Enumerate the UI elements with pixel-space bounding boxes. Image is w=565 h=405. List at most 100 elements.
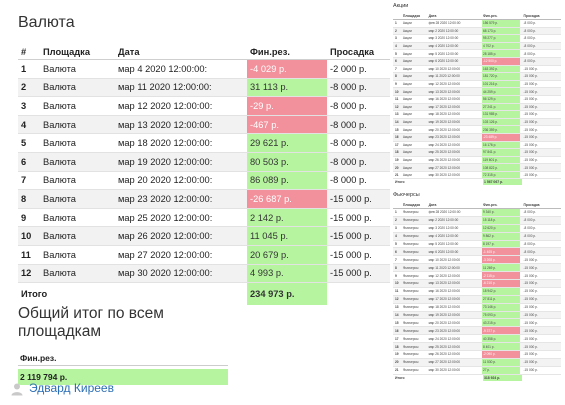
- mini-row-number: 1: [395, 210, 397, 215]
- row-date: мар 30 2020 12:00:00:: [115, 264, 247, 284]
- mini-row-fin-result: 8 401 р.: [481, 343, 521, 351]
- mini-table-row: 6 Фьючерсы мар 6 2020 12:00:00 -1 405 р. -8 …: [393, 248, 561, 257]
- mini-row-number: 20: [395, 360, 399, 365]
- row-fin-result: -29 р.: [247, 96, 327, 116]
- row-drawdown: -15 000 р.: [327, 189, 390, 209]
- mini-row-date: мар 23 2020 12:00:00: [428, 328, 461, 333]
- mini-table-row: 21 Акции мар 30 2020 12:00:00 72 315 р. -15 …: [393, 171, 561, 180]
- mini-row-number: 16: [395, 135, 399, 140]
- mini-row-date: фев 28 2020 12:00:00: [428, 21, 461, 26]
- row-drawdown: -8 000 р.: [327, 115, 390, 135]
- row-number: 12: [18, 264, 40, 284]
- mini-row-place: Фьючерсы: [402, 257, 419, 262]
- mini-row-number: 5: [395, 51, 397, 56]
- mini-row-date: мар 17 2020 12:00:00: [428, 104, 461, 109]
- mini-row-place: Акции: [402, 135, 412, 140]
- mini-row-fin-result: 9 862 р.: [481, 232, 521, 240]
- mini-row-drawdown: -15 000 р.: [523, 66, 538, 71]
- mini-row-fin-result: 236 359 р.: [481, 126, 521, 133]
- mini-row-fin-result: 4 702 р.: [481, 42, 521, 50]
- mini-row-number: 4: [395, 44, 397, 49]
- mini-row-date: мар 4 2020 12:00:00: [428, 234, 459, 239]
- mini-row-drawdown: -15 000 р.: [523, 344, 538, 349]
- mini-row-drawdown: -15 000 р.: [523, 281, 538, 286]
- mini-row-date: мар 6 2020 12:00:00: [428, 249, 459, 254]
- mini-row-number: 19: [395, 352, 399, 357]
- mini-row-fin-result: 18 942 р.: [481, 287, 521, 295]
- mini-table-row: 11 Акции мар 16 2020 12:00:00 56 129 р. -15 …: [393, 95, 561, 104]
- table-row: 6 Валюта мар 19 2020 12:00:00: 80 503 р. -8 …: [18, 152, 390, 172]
- mini-row-place: Акции: [402, 36, 412, 41]
- mini-row-drawdown: -15 000 р.: [523, 305, 538, 310]
- col-header-date: Дата: [115, 44, 247, 60]
- mini-row-place: Акции: [402, 120, 412, 125]
- mini-row-date: мар 3 2020 12:00:00: [428, 36, 459, 41]
- mini-row-number: 14: [395, 120, 399, 125]
- mini-row-drawdown: -15 000 р.: [523, 313, 538, 318]
- total-row: Итого 234 973 р.: [18, 282, 390, 306]
- mini-row-fin-result: 108 822 р.: [481, 164, 521, 171]
- mini-row-number: 8: [395, 265, 397, 270]
- table-row: 4 Валюта мар 13 2020 12:00:00: -467 р. -8 00…: [18, 115, 390, 135]
- row-place: Валюта: [40, 189, 115, 209]
- mini-row-place: Акции: [402, 157, 412, 162]
- mini-row-number: 20: [395, 165, 399, 170]
- mini-table-row: 10 Акции мар 13 2020 12:00:00 44 259 р. -15 …: [393, 88, 561, 96]
- mini-total-value: 1 567 067 р.: [483, 179, 522, 186]
- mini-row-fin-result: 43 215 р.: [481, 319, 521, 327]
- mini-total-label: Итого: [395, 180, 405, 185]
- mini-row-drawdown: -8 000 р.: [523, 36, 537, 41]
- row-number: 10: [18, 226, 40, 246]
- mini-row-drawdown: -15 000 р.: [523, 165, 538, 170]
- row-fin-result: 80 503 р.: [247, 152, 327, 172]
- mini-col-header: Дата: [428, 14, 437, 18]
- mini-row-fin-result: -3 208 р.: [481, 256, 521, 264]
- mini-row-number: 12: [395, 104, 399, 109]
- mini-row-number: 3: [395, 36, 397, 41]
- row-number: 9: [18, 208, 40, 228]
- mini-row-drawdown: -15 000 р.: [523, 82, 538, 87]
- mini-row-drawdown: -8 000 р.: [523, 59, 537, 64]
- mini-row-number: 7: [395, 257, 397, 262]
- mini-col-header: Площадка: [402, 203, 421, 207]
- mini-table-row: 20 Фьючерсы мар 27 2020 12:00:00 11 530 р. -…: [393, 358, 561, 367]
- mini-row-drawdown: -8 000 р.: [523, 234, 537, 239]
- mini-row-place: Акции: [402, 97, 412, 102]
- mini-row-drawdown: -8 000 р.: [523, 51, 537, 56]
- mini-table-row: 14 Фьючерсы мар 19 2020 12:00:00 75 093 р. -…: [393, 311, 561, 320]
- row-fin-result: 20 679 р.: [247, 245, 327, 265]
- row-date: мар 11 2020 12:00:00:: [115, 78, 247, 98]
- mini-row-date: мар 6 2020 12:00:00: [428, 59, 459, 64]
- mini-col-header: Фин.рез.: [482, 14, 498, 18]
- mini-row-place: Акции: [402, 89, 412, 94]
- mini-row-place: Акции: [402, 28, 412, 33]
- mini-row-number: 6: [395, 249, 397, 254]
- mini-table-row: 11 Фьючерсы мар 16 2020 12:00:00 18 942 р. -…: [393, 287, 561, 296]
- row-number: 6: [18, 152, 40, 172]
- mini-row-number: 21: [395, 368, 399, 373]
- row-number: 3: [18, 96, 40, 116]
- mini-row-number: 2: [395, 218, 397, 223]
- mini-row-drawdown: -15 000 р.: [523, 328, 538, 333]
- mini-row-place: Фьючерсы: [402, 328, 419, 333]
- row-place: Валюта: [40, 171, 115, 191]
- author-link[interactable]: Эдвард Киреев: [10, 381, 114, 396]
- table-row: 1 Валюта мар 4 2020 12:00:00: -4 029 р. -2 0…: [18, 59, 390, 79]
- mini-table-row: 20 Акции мар 27 2020 12:00:00 108 822 р. -15…: [393, 164, 561, 172]
- mini-row-place: Фьючерсы: [402, 297, 419, 302]
- mini-row-fin-result: 40 358 р.: [481, 335, 521, 343]
- row-place: Валюта: [40, 133, 115, 153]
- table-row: 9 Валюта мар 25 2020 12:00:00: 2 142 р. -15 …: [18, 208, 390, 228]
- mini-table-row: 21 Фьючерсы мар 30 2020 12:00:00 27 р. -15 0…: [393, 366, 561, 375]
- mini-row-fin-result: 27 241 р.: [481, 103, 521, 111]
- mini-row-fin-result: 12 620 р.: [481, 224, 521, 232]
- mini-table-row: 4 Фьючерсы мар 4 2020 12:00:00 9 862 р. -8 0…: [393, 232, 561, 241]
- grand-total-section: Общий итог по всем площадкам Фин.рез. 2 …: [18, 305, 228, 385]
- mini-row-number: 6: [395, 59, 397, 64]
- row-date: мар 4 2020 12:00:00:: [115, 59, 247, 79]
- table-row: 10 Валюта мар 26 2020 12:00:00: 11 045 р. -1…: [18, 226, 390, 246]
- mini-table-row: 15 Фьючерсы мар 20 2020 12:00:00 43 215 р. -…: [393, 319, 561, 328]
- mini-table-row: 14 Акции мар 19 2020 12:00:00 103 126 р. -15…: [393, 118, 561, 127]
- mini-row-date: мар 25 2020 12:00:00: [428, 344, 461, 349]
- mini-row-drawdown: -15 000 р.: [523, 150, 538, 155]
